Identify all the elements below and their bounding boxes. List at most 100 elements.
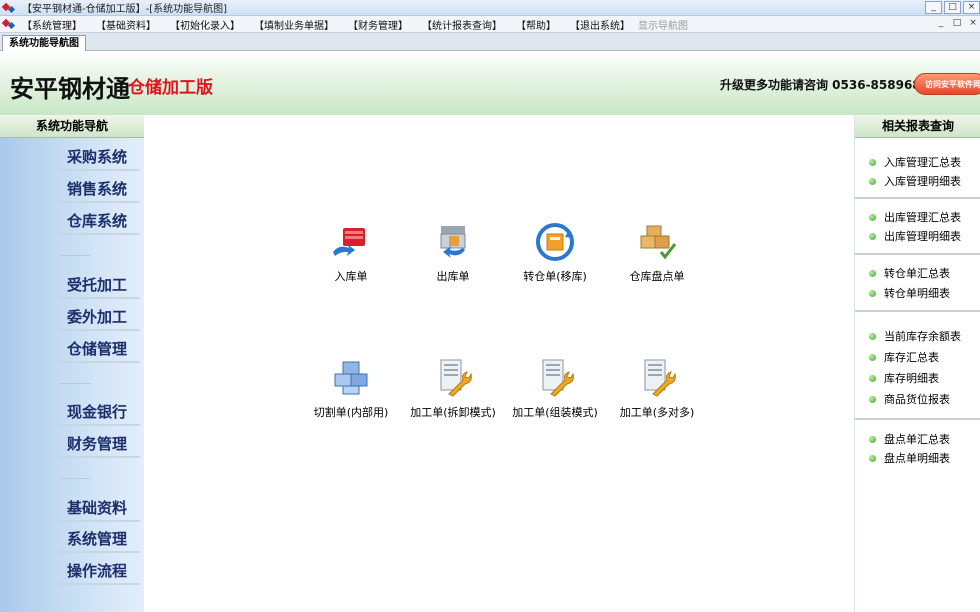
report-outbound-summary[interactable]: 出库管理汇总表 bbox=[869, 210, 961, 224]
func-stocktake-label: 仓库盘点单 bbox=[629, 270, 685, 283]
nav-basic-data[interactable]: 基础资料 bbox=[58, 496, 140, 522]
report-label: 盘点单汇总表 bbox=[884, 433, 950, 446]
maximize-button[interactable]: □ bbox=[944, 1, 961, 14]
nav-workflow[interactable]: 操作流程 bbox=[58, 559, 140, 585]
menu-show-nav: 显示导航图 bbox=[638, 20, 688, 32]
report-label: 商品货位报表 bbox=[884, 393, 950, 406]
func-inbound[interactable]: 入库单 bbox=[296, 222, 406, 284]
nav-warehouse[interactable]: 仓库系统 bbox=[58, 209, 140, 235]
right-sidebar-title: 相关报表查询 bbox=[855, 115, 980, 138]
support-phone: 升级更多功能请咨询 0536-8589685 bbox=[720, 78, 930, 92]
report-label: 当前库存余额表 bbox=[884, 330, 961, 343]
bullet-icon bbox=[869, 232, 876, 240]
menu-reports[interactable]: 【统计报表查询】 bbox=[422, 17, 502, 32]
bullet-icon bbox=[869, 289, 876, 297]
menu-business-docs[interactable]: 【填制业务单据】 bbox=[254, 17, 334, 32]
nav-divider bbox=[60, 255, 90, 256]
report-label: 库存明细表 bbox=[884, 372, 939, 385]
menu-basic-data[interactable]: 【基础资料】 bbox=[96, 17, 156, 32]
outbound-icon bbox=[431, 222, 475, 262]
processing-icon bbox=[431, 358, 475, 398]
bullet-icon bbox=[869, 213, 876, 221]
left-sidebar-title: 系统功能导航 bbox=[0, 115, 144, 138]
func-transfer-label: 转仓单(移库) bbox=[523, 270, 587, 283]
report-divider bbox=[855, 197, 980, 199]
func-processing-many-label: 加工单(多对多) bbox=[619, 406, 695, 419]
menu-finance[interactable]: 【财务管理】 bbox=[348, 17, 408, 32]
report-stock-detail[interactable]: 库存明细表 bbox=[869, 371, 939, 385]
report-divider bbox=[855, 418, 980, 420]
menu-help[interactable]: 【帮助】 bbox=[516, 17, 556, 32]
report-label: 盘点单明细表 bbox=[884, 452, 950, 465]
minimize-button[interactable]: _ bbox=[925, 1, 942, 14]
bullet-icon bbox=[869, 374, 876, 382]
func-processing-assembly[interactable]: 加工单(组装模式) bbox=[500, 358, 610, 420]
tab-nav-map[interactable]: 系统功能导航图 bbox=[2, 35, 86, 51]
right-sidebar: 相关报表查询 入库管理汇总表 入库管理明细表 出库管理汇总表 出库管理明细表 转… bbox=[854, 115, 980, 612]
nav-cash-bank[interactable]: 现金银行 bbox=[58, 400, 140, 426]
report-stocktake-detail[interactable]: 盘点单明细表 bbox=[869, 451, 950, 465]
bullet-icon bbox=[869, 177, 876, 185]
report-label: 转仓单明细表 bbox=[884, 287, 950, 300]
report-transfer-summary[interactable]: 转仓单汇总表 bbox=[869, 266, 950, 280]
tab-strip: 系统功能导航图 bbox=[0, 33, 980, 51]
mdi-minimize-button[interactable]: _ bbox=[934, 18, 948, 30]
nav-storage-management[interactable]: 仓储管理 bbox=[58, 337, 140, 363]
app-logo-icon bbox=[2, 2, 16, 14]
window-title: 【安平钢材通-仓储加工版】-[系统功能导航图] bbox=[22, 4, 228, 15]
bullet-icon bbox=[869, 158, 876, 166]
report-label: 库存汇总表 bbox=[884, 351, 939, 364]
nav-divider bbox=[60, 383, 90, 384]
nav-entrusted-processing[interactable]: 受托加工 bbox=[58, 273, 140, 299]
func-cutting-label: 切割单(内部用) bbox=[313, 406, 389, 419]
cutting-icon bbox=[329, 358, 373, 398]
app-menu-icon[interactable] bbox=[2, 18, 16, 30]
report-transfer-detail[interactable]: 转仓单明细表 bbox=[869, 286, 950, 300]
func-processing-many[interactable]: 加工单(多对多) bbox=[602, 358, 712, 420]
processing-icon bbox=[635, 358, 679, 398]
nav-purchase[interactable]: 采购系统 bbox=[58, 145, 140, 171]
menu-bar: 【系统管理】 【基础资料】 【初始化录入】 【填制业务单据】 【财务管理】 【统… bbox=[0, 16, 980, 33]
report-stocktake-summary[interactable]: 盘点单汇总表 bbox=[869, 432, 950, 446]
func-inbound-label: 入库单 bbox=[334, 270, 368, 283]
menu-init-entry[interactable]: 【初始化录入】 bbox=[170, 17, 240, 32]
menu-exit[interactable]: 【退出系统】 bbox=[570, 17, 630, 32]
func-outbound-label: 出库单 bbox=[436, 270, 470, 283]
report-location[interactable]: 商品货位报表 bbox=[869, 392, 950, 406]
report-outbound-detail[interactable]: 出库管理明细表 bbox=[869, 229, 961, 243]
func-stocktake[interactable]: 仓库盘点单 bbox=[602, 222, 712, 284]
processing-icon bbox=[533, 358, 577, 398]
function-map: 入库单 出库单 转仓单(移库) 仓库盘点单 切割单(内部用) 加工单(拆卸模式)… bbox=[144, 115, 854, 612]
func-outbound[interactable]: 出库单 bbox=[398, 222, 508, 284]
bullet-icon bbox=[869, 435, 876, 443]
header-banner: 安平钢材通 仓储加工版 升级更多功能请咨询 0536-8589685 访问安平软… bbox=[0, 51, 980, 115]
visit-website-button[interactable]: 访问安平软件网站 bbox=[914, 73, 980, 95]
report-label: 入库管理汇总表 bbox=[884, 156, 961, 169]
brand-edition: 仓储加工版 bbox=[128, 78, 213, 98]
nav-finance[interactable]: 财务管理 bbox=[58, 432, 140, 458]
report-current-stock-balance[interactable]: 当前库存余额表 bbox=[869, 329, 961, 343]
report-label: 入库管理明细表 bbox=[884, 175, 961, 188]
menu-system[interactable]: 【系统管理】 bbox=[22, 17, 82, 32]
report-label: 出库管理明细表 bbox=[884, 230, 961, 243]
mdi-restore-button[interactable]: □ bbox=[950, 18, 964, 30]
report-label: 出库管理汇总表 bbox=[884, 211, 961, 224]
nav-sales[interactable]: 销售系统 bbox=[58, 177, 140, 203]
mdi-close-button[interactable]: × bbox=[966, 18, 980, 30]
report-stock-summary[interactable]: 库存汇总表 bbox=[869, 350, 939, 364]
close-button[interactable]: × bbox=[963, 1, 980, 14]
func-processing-disassembly[interactable]: 加工单(拆卸模式) bbox=[398, 358, 508, 420]
mdi-controls: _ □ × bbox=[934, 18, 980, 30]
func-cutting[interactable]: 切割单(内部用) bbox=[296, 358, 406, 420]
report-label: 转仓单汇总表 bbox=[884, 267, 950, 280]
func-transfer[interactable]: 转仓单(移库) bbox=[500, 222, 610, 284]
bullet-icon bbox=[869, 269, 876, 277]
func-processing-disassembly-label: 加工单(拆卸模式) bbox=[410, 406, 496, 419]
report-inbound-detail[interactable]: 入库管理明细表 bbox=[869, 174, 961, 188]
func-processing-assembly-label: 加工单(组装模式) bbox=[512, 406, 598, 419]
inbound-icon bbox=[329, 222, 373, 262]
nav-outsourced-processing[interactable]: 委外加工 bbox=[58, 305, 140, 331]
nav-system-management[interactable]: 系统管理 bbox=[58, 527, 140, 553]
bullet-icon bbox=[869, 395, 876, 403]
report-inbound-summary[interactable]: 入库管理汇总表 bbox=[869, 155, 961, 169]
